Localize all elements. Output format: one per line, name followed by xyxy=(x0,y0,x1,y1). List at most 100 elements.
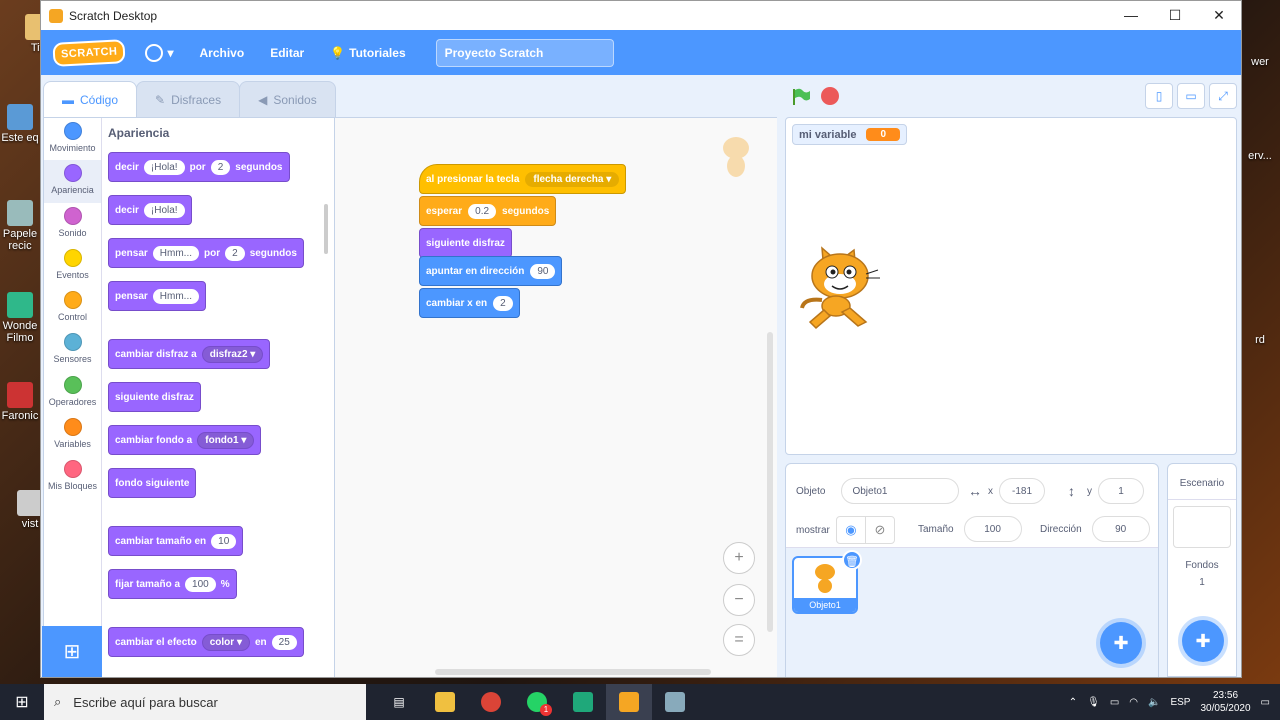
block-input[interactable]: ¡Hola! xyxy=(143,202,185,218)
small-stage-button[interactable]: ▯ xyxy=(1145,83,1173,109)
show-visible-button[interactable]: ◉ xyxy=(835,516,866,544)
category-variables[interactable]: Variables xyxy=(44,414,101,456)
add-sprite-button[interactable]: ✚ xyxy=(1100,622,1142,664)
large-stage-button[interactable]: ▭ xyxy=(1177,83,1205,109)
taskbar-whatsapp[interactable]: 1 xyxy=(514,684,560,720)
green-flag-icon[interactable] xyxy=(791,87,811,107)
windows-start-button[interactable]: ⊞ xyxy=(0,692,44,712)
category-my-blocks[interactable]: Mis Bloques xyxy=(44,456,101,498)
menu-file[interactable]: Archivo xyxy=(200,46,245,60)
zoom-out-button[interactable]: − xyxy=(723,584,755,616)
block-think[interactable]: pensar Hmm... xyxy=(108,281,207,311)
block-next-backdrop[interactable]: fondo siguiente xyxy=(108,468,197,498)
menu-edit[interactable]: Editar xyxy=(270,46,304,60)
stage-thumbnail[interactable] xyxy=(1173,506,1231,548)
script-next-costume[interactable]: siguiente disfraz xyxy=(419,228,512,258)
cat-sprite[interactable] xyxy=(794,238,884,334)
chevron-up-icon[interactable]: ⌃ xyxy=(1069,697,1077,708)
block-input[interactable]: 2 xyxy=(225,245,245,261)
category-control[interactable]: Control xyxy=(44,287,101,329)
taskbar-chrome[interactable] xyxy=(468,684,514,720)
category-events[interactable]: Eventos xyxy=(44,245,101,287)
battery-icon[interactable]: ▭ xyxy=(1110,697,1119,708)
language-menu[interactable]: ▾ xyxy=(145,43,174,62)
close-button[interactable]: ✕ xyxy=(1197,1,1241,30)
desktop-icon[interactable]: Este eq xyxy=(0,104,40,144)
desktop-icon[interactable]: Faronic xyxy=(0,382,40,422)
block-change-effect[interactable]: cambiar el efecto color ▾ en 25 xyxy=(108,627,304,657)
block-input[interactable]: 100 xyxy=(185,576,216,592)
project-title-input[interactable]: Proyecto Scratch xyxy=(435,38,614,67)
block-switch-backdrop[interactable]: cambiar fondo a fondo1 ▾ xyxy=(108,425,262,455)
stop-icon[interactable] xyxy=(821,87,839,105)
minimize-button[interactable]: — xyxy=(1109,1,1153,30)
zoom-reset-button[interactable]: = xyxy=(723,624,755,656)
block-input[interactable]: 2 xyxy=(210,159,231,175)
script-when-key-pressed[interactable]: al presionar la tecla flecha derecha ▾ xyxy=(419,164,627,194)
delete-sprite-button[interactable]: 🗑 xyxy=(842,550,862,570)
block-input[interactable]: ¡Hola! xyxy=(143,159,185,175)
taskbar-search[interactable]: ⌕ Escribe aquí para buscar xyxy=(44,684,366,720)
script-point-direction[interactable]: apuntar en dirección 90 xyxy=(419,256,563,286)
script-workspace[interactable]: al presionar la tecla flecha derecha ▾ e… xyxy=(335,117,777,677)
block-input[interactable]: 10 xyxy=(211,533,237,549)
microphone-icon[interactable]: 🎙 xyxy=(1087,697,1100,708)
taskbar-scratch[interactable] xyxy=(606,684,652,720)
block-change-size[interactable]: cambiar tamaño en 10 xyxy=(108,526,244,556)
x-input[interactable]: -181 xyxy=(999,478,1045,504)
block-input[interactable]: Hmm... xyxy=(152,288,200,304)
block-say[interactable]: decir ¡Hola! xyxy=(108,195,192,225)
task-view-button[interactable]: ▤ xyxy=(376,684,422,720)
fullscreen-button[interactable]: ⤢ xyxy=(1209,83,1237,109)
category-sound[interactable]: Sonido xyxy=(44,203,101,245)
block-input[interactable]: 2 xyxy=(493,295,513,311)
block-input[interactable]: Hmm... xyxy=(152,245,200,261)
block-input[interactable]: 90 xyxy=(530,263,556,279)
desktop-icon[interactable]: Papele recic xyxy=(0,200,40,252)
taskbar-other-app[interactable] xyxy=(652,684,698,720)
desktop-icon[interactable]: erv... xyxy=(1240,150,1280,162)
effect-dropdown[interactable]: color ▾ xyxy=(201,633,250,651)
zoom-in-button[interactable]: + xyxy=(723,542,755,574)
desktop-icon[interactable]: rd xyxy=(1240,334,1280,346)
tab-costumes[interactable]: ✎ Disfraces xyxy=(136,81,241,117)
wifi-icon[interactable]: ◠ xyxy=(1129,697,1138,708)
notifications-icon[interactable]: ▭ xyxy=(1261,697,1270,708)
add-extension-button[interactable]: ⊞ xyxy=(42,626,102,677)
costume-dropdown[interactable]: disfraz2 ▾ xyxy=(201,345,264,363)
palette-scrollbar[interactable] xyxy=(324,204,328,254)
desktop-icon[interactable]: wer xyxy=(1240,56,1280,68)
stage-canvas[interactable]: mi variable 0 xyxy=(785,117,1237,455)
sprite-name-input[interactable]: Objeto1 xyxy=(841,478,960,504)
block-say-for-secs[interactable]: decir ¡Hola! por 2 segundos xyxy=(108,152,290,182)
block-think-for-secs[interactable]: pensar Hmm... por 2 segundos xyxy=(108,238,304,268)
category-sensing[interactable]: Sensores xyxy=(44,329,101,371)
tab-code[interactable]: ▬ Código xyxy=(43,81,138,117)
block-set-size[interactable]: fijar tamaño a 100 % xyxy=(108,569,237,599)
category-operators[interactable]: Operadores xyxy=(44,372,101,414)
block-input[interactable]: 25 xyxy=(271,634,297,650)
workspace-hscrollbar[interactable] xyxy=(435,669,711,675)
menu-tutorials[interactable]: 💡 Tutoriales xyxy=(330,46,405,60)
taskbar-filmora[interactable] xyxy=(560,684,606,720)
y-input[interactable]: 1 xyxy=(1098,478,1144,504)
block-input[interactable]: 0.2 xyxy=(468,203,497,219)
taskbar-explorer[interactable] xyxy=(422,684,468,720)
block-next-costume[interactable]: siguiente disfraz xyxy=(108,382,201,412)
add-backdrop-button[interactable]: ✚ xyxy=(1182,620,1224,662)
backdrop-dropdown[interactable]: fondo1 ▾ xyxy=(197,431,255,449)
direction-input[interactable]: 90 xyxy=(1091,516,1150,542)
maximize-button[interactable]: ☐ xyxy=(1153,1,1197,30)
script-change-x[interactable]: cambiar x en 2 xyxy=(419,288,520,318)
workspace-vscrollbar[interactable] xyxy=(767,332,773,632)
script-wait[interactable]: esperar 0.2 segundos xyxy=(419,196,557,226)
block-switch-costume[interactable]: cambiar disfraz a disfraz2 ▾ xyxy=(108,339,271,369)
desktop-icon[interactable]: Wonde Filmo xyxy=(0,292,40,344)
scratch-logo[interactable]: SCRATCH xyxy=(52,38,127,67)
category-looks[interactable]: Apariencia xyxy=(44,160,101,203)
size-input[interactable]: 100 xyxy=(963,516,1022,542)
clock[interactable]: 23:56 30/05/2020 xyxy=(1200,689,1250,715)
language-indicator[interactable]: ESP xyxy=(1170,697,1190,708)
tab-sounds[interactable]: ◀ Sonidos xyxy=(239,81,336,117)
category-motion[interactable]: Movimiento xyxy=(44,118,101,160)
